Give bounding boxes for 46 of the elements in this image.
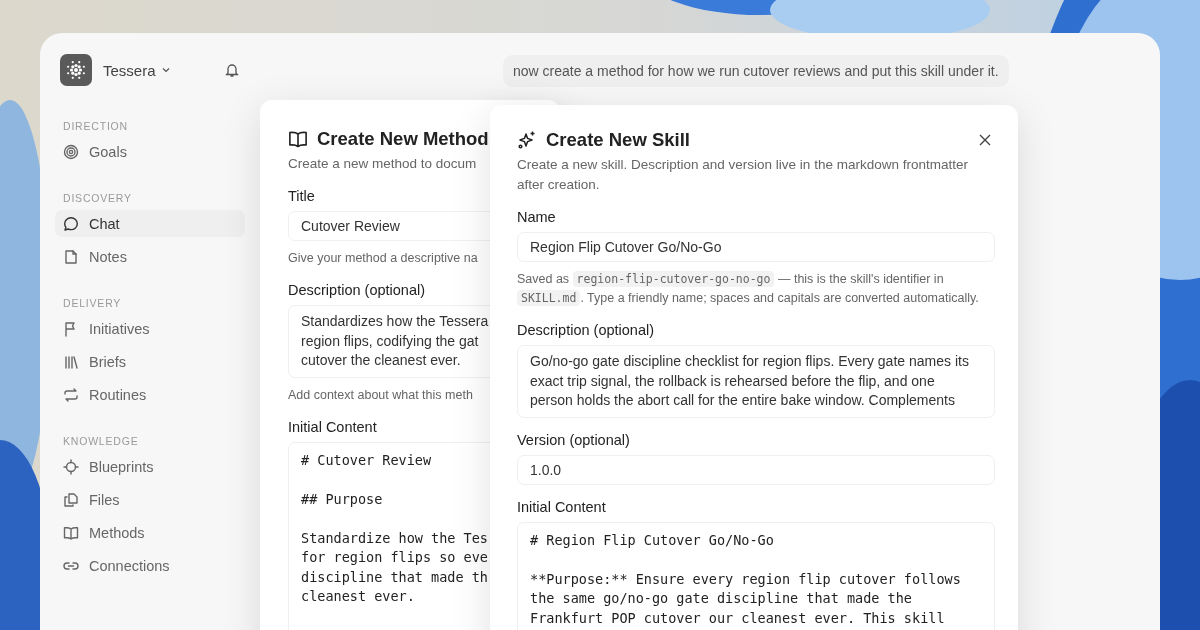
repeat-icon xyxy=(63,386,79,403)
book-icon xyxy=(288,129,308,149)
section-heading: DISCOVERY xyxy=(63,192,133,204)
text-field[interactable]: 1.0.0 xyxy=(517,454,995,485)
nav-item[interactable]: Blueprints xyxy=(55,453,245,480)
files-icon xyxy=(63,491,79,508)
note-icon xyxy=(63,248,79,265)
library-icon xyxy=(63,353,79,370)
crosshair-icon xyxy=(63,458,79,475)
section-heading: DELIVERY xyxy=(63,297,123,309)
nav-item[interactable]: Chat xyxy=(55,210,245,237)
nav-item[interactable]: Notes xyxy=(55,243,245,270)
nav-item[interactable]: Briefs xyxy=(55,348,245,375)
field-hint: Give your method a descriptive na xyxy=(288,250,478,267)
field-label: Title xyxy=(288,188,316,204)
chat-message: now create a method for how we run cutover reviews and put this skill under it. xyxy=(503,55,1009,87)
field-label: Version (optional) xyxy=(517,431,631,448)
close-button[interactable] xyxy=(978,133,992,147)
nav-item[interactable]: Initiatives xyxy=(55,315,245,342)
field-label: Name xyxy=(517,209,557,225)
bell-icon[interactable] xyxy=(223,62,240,78)
dialog-title: Create New Method xyxy=(317,128,489,150)
target-icon xyxy=(63,143,79,160)
description-field[interactable]: Go/no-go gate discipline checklist for region flips. Every gate names its exact trip signal, the rollback is rehearsed before the flip, and one person holds the abort call for the entire bake window. Complements xyxy=(517,345,995,418)
dialog-subtitle: Create a new skill. Description and version live in the markdown frontmatter after creation. xyxy=(517,156,969,194)
field-label: Initial Content xyxy=(517,498,607,515)
nav-item[interactable]: Goals xyxy=(55,138,245,165)
field-hint: Add context about what this meth xyxy=(288,386,473,404)
text-field[interactable]: Region Flip Cutover Go/No-Go xyxy=(517,232,995,262)
sparkles-icon xyxy=(517,130,537,150)
speech-bubble-icon xyxy=(63,215,79,232)
section-heading: KNOWLEDGE xyxy=(63,435,140,447)
section-heading: DIRECTION xyxy=(63,120,129,132)
caret-icon xyxy=(160,65,171,75)
field-label: Initial Content xyxy=(288,418,378,435)
field-hint: Saved as region-flip-cutover-go-no-go — this is the skill's identifier in SKILL.md . Type a friendly name; spaces and capitals are converted automatically. xyxy=(517,270,980,308)
nav-item[interactable]: Files xyxy=(55,486,245,513)
nav-item[interactable]: Methods xyxy=(55,519,245,546)
content-editor[interactable]: # Region Flip Cutover Go/No-Go **Purpose:** Ensure every region flip cutover follows the same go/no-go gate discipline that made the Frankfurt POP cutover our cleanest ever. This skill xyxy=(517,521,995,630)
snowflake-logo-icon xyxy=(60,54,92,86)
nav-item[interactable]: Connections xyxy=(55,552,245,579)
workspace-switcher[interactable]: Tessera xyxy=(103,61,171,79)
dialog-title: Create New Skill xyxy=(546,129,690,151)
nav-item[interactable]: Routines xyxy=(55,381,245,408)
dialog-subtitle: Create a new method to docum xyxy=(288,155,477,173)
book-icon xyxy=(63,524,79,541)
